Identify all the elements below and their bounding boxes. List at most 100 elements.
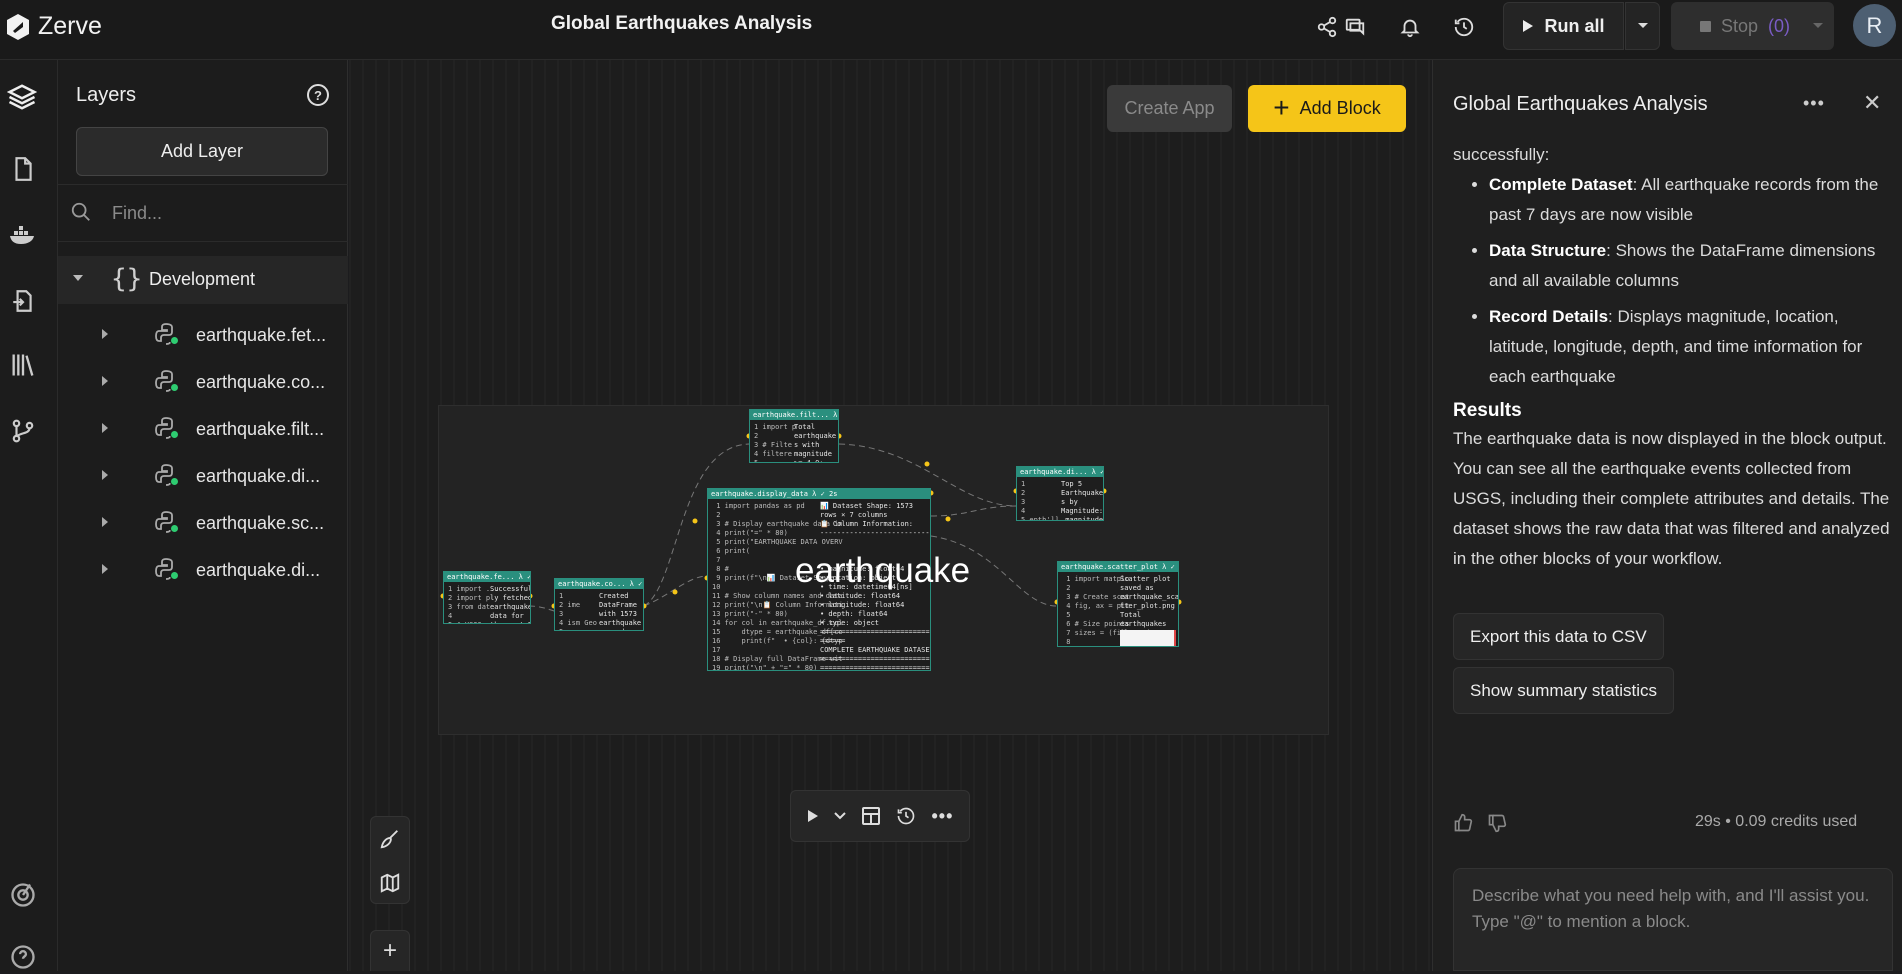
node-output: Top 5 Earthquake s by Magnitude: magnitu… (1061, 480, 1104, 521)
git-branch-icon[interactable] (6, 414, 40, 448)
node-code: 1 2 3 4 5 epth']] (1021, 480, 1059, 521)
status-dot (170, 383, 179, 392)
zerve-logo-icon (7, 13, 29, 40)
status-dot (170, 477, 179, 486)
avatar[interactable]: R (1853, 4, 1896, 47)
history-icon[interactable] (896, 806, 916, 826)
run-all-label: Run all (1544, 15, 1605, 36)
response-meta: 29s • 0.09 credits used (1695, 813, 1858, 830)
block-item[interactable]: earthquake.fet... (58, 312, 348, 358)
top-bar: Zerve Global Earthquakes Analysis Run al… (0, 0, 1902, 60)
search-icon (71, 202, 90, 221)
suggestion-export-csv[interactable]: Export this data to CSV (1453, 613, 1664, 660)
thumbs-down-icon[interactable] (1487, 813, 1507, 833)
zoom-tools: + − (370, 930, 410, 971)
block-label: earthquake.fet... (196, 325, 327, 345)
block-item[interactable]: earthquake.filt... (58, 406, 348, 452)
caret-right-icon (102, 517, 108, 527)
node-toolbar: ••• (790, 790, 970, 842)
app-logo[interactable]: Zerve (6, 12, 102, 41)
canvas[interactable]: Create App + Add Block earthquake.fe... … (349, 60, 1431, 971)
chevron-down-icon (1813, 23, 1823, 28)
canvas-preview[interactable]: earthquake.fe... λ ✓ 1s 1 import ... 2 i… (438, 405, 1329, 735)
import-icon[interactable] (6, 284, 40, 318)
chat-input[interactable]: Describe what you need help with, and I'… (1453, 868, 1893, 971)
suggestion-summary-stats[interactable]: Show summary statistics (1453, 667, 1675, 714)
layers-panel: Layers ? Add Layer Find... {} Developmen… (58, 60, 348, 971)
target-icon[interactable] (6, 878, 40, 912)
zoom-in-button[interactable]: + (371, 931, 409, 971)
node-header: earthquake.co... λ ✓ 2s (555, 579, 643, 589)
docker-icon[interactable] (6, 218, 40, 252)
layer-development[interactable]: {} Development (58, 256, 348, 304)
overlay-word: earthquake (795, 551, 971, 590)
block-label: earthquake.sc... (196, 513, 325, 533)
chat-placeholder: Describe what you need help with, and I'… (1472, 886, 1870, 905)
caret-right-icon (102, 376, 108, 386)
node-fetch[interactable]: earthquake.fe... λ ✓ 1s 1 import ... 2 i… (443, 571, 531, 624)
more-icon[interactable]: ••• (1803, 93, 1825, 114)
caret-down-icon (73, 275, 83, 281)
chat-placeholder-hint: Type "@" to mention a block. (1472, 912, 1691, 931)
run-all-button[interactable]: Run all (1503, 2, 1624, 50)
node-scatter-plot[interactable]: earthquake.scatter_plot λ ✓ 4s 1 import … (1057, 561, 1179, 647)
block-item[interactable]: earthquake.co... (58, 359, 348, 405)
node-output: Successful ly fetched earthquake data fo… (490, 585, 531, 623)
block-item[interactable]: earthquake.sc... (58, 500, 348, 546)
node-header: earthquake.di... λ ✓ 1s (1017, 467, 1103, 477)
status-dot (170, 336, 179, 345)
find-field[interactable]: Find... (58, 184, 348, 242)
map-icon[interactable] (371, 861, 409, 905)
layer-label: Development (149, 269, 256, 289)
create-app-button[interactable]: Create App (1107, 85, 1232, 132)
node-output: Total earthquake s with magnitude >= 4.0… (794, 423, 837, 463)
assistant-title: Global Earthquakes Analysis (1453, 93, 1708, 115)
chevron-down-icon[interactable] (834, 812, 846, 820)
node-output: Created DataFrame with 1573 earthquake r… (599, 592, 642, 630)
stop-button[interactable]: Stop (0) (1671, 2, 1819, 50)
close-icon[interactable]: ✕ (1863, 90, 1881, 116)
more-icon[interactable]: ••• (931, 806, 953, 827)
bell-icon[interactable] (1397, 14, 1423, 40)
caret-right-icon (102, 423, 108, 433)
node-header: earthquake.scatter_plot λ ✓ 4s (1058, 562, 1178, 572)
add-layer-button[interactable]: Add Layer (76, 127, 328, 176)
run-options-dropdown[interactable] (1625, 2, 1660, 50)
layers-icon[interactable] (0, 80, 44, 114)
help-icon[interactable] (6, 940, 40, 974)
play-icon[interactable] (807, 809, 819, 823)
block-item[interactable]: earthquake.di... (58, 453, 348, 499)
history-icon[interactable] (1451, 14, 1477, 40)
layers-title: Layers (76, 84, 137, 106)
stop-icon (1699, 20, 1711, 32)
bullet-item: Record Details: Displays magnitude, loca… (1489, 302, 1891, 392)
caret-right-icon (102, 564, 108, 574)
block-item[interactable]: earthquake.di... (58, 547, 348, 593)
node-code: 1 import p 2 3 # Filte 4 filtere 5 6 # P… (754, 423, 797, 463)
results-heading: Results (1453, 400, 1522, 421)
bullet-item: Complete Dataset: All earthquake records… (1489, 170, 1891, 230)
status-dot (170, 524, 179, 533)
node-header: earthquake.display_data λ ✓ 2s (708, 489, 930, 499)
app-name: Zerve (38, 12, 102, 40)
caret-right-icon (102, 470, 108, 480)
help-icon[interactable]: ? (307, 84, 329, 106)
node-filter[interactable]: earthquake.filt... λ ✓ 2s 1 import p 2 3… (749, 409, 839, 463)
node-top5[interactable]: earthquake.di... λ ✓ 1s 1 2 3 4 5 epth']… (1016, 466, 1104, 521)
block-label: earthquake.di... (196, 560, 321, 580)
comment-icon[interactable] (1342, 14, 1368, 40)
chevron-down-icon (1637, 23, 1648, 28)
canvas-title[interactable]: Global Earthquakes Analysis (551, 13, 812, 35)
status-dot (170, 571, 179, 580)
broom-icon[interactable] (371, 817, 409, 861)
layout-icon[interactable] (861, 806, 881, 826)
add-block-button[interactable]: + Add Block (1248, 85, 1406, 132)
library-icon[interactable] (6, 348, 40, 382)
thumbs-up-icon[interactable] (1453, 813, 1473, 833)
stop-options-dropdown[interactable] (1802, 2, 1834, 50)
share-icon[interactable] (1314, 14, 1340, 40)
play-icon (1523, 20, 1534, 32)
message-bullets: Complete Dataset: All earthquake records… (1489, 170, 1891, 392)
file-icon[interactable] (6, 152, 40, 186)
node-convert[interactable]: earthquake.co... λ ✓ 2s 1 2 ime 3 4 ism … (554, 578, 644, 631)
